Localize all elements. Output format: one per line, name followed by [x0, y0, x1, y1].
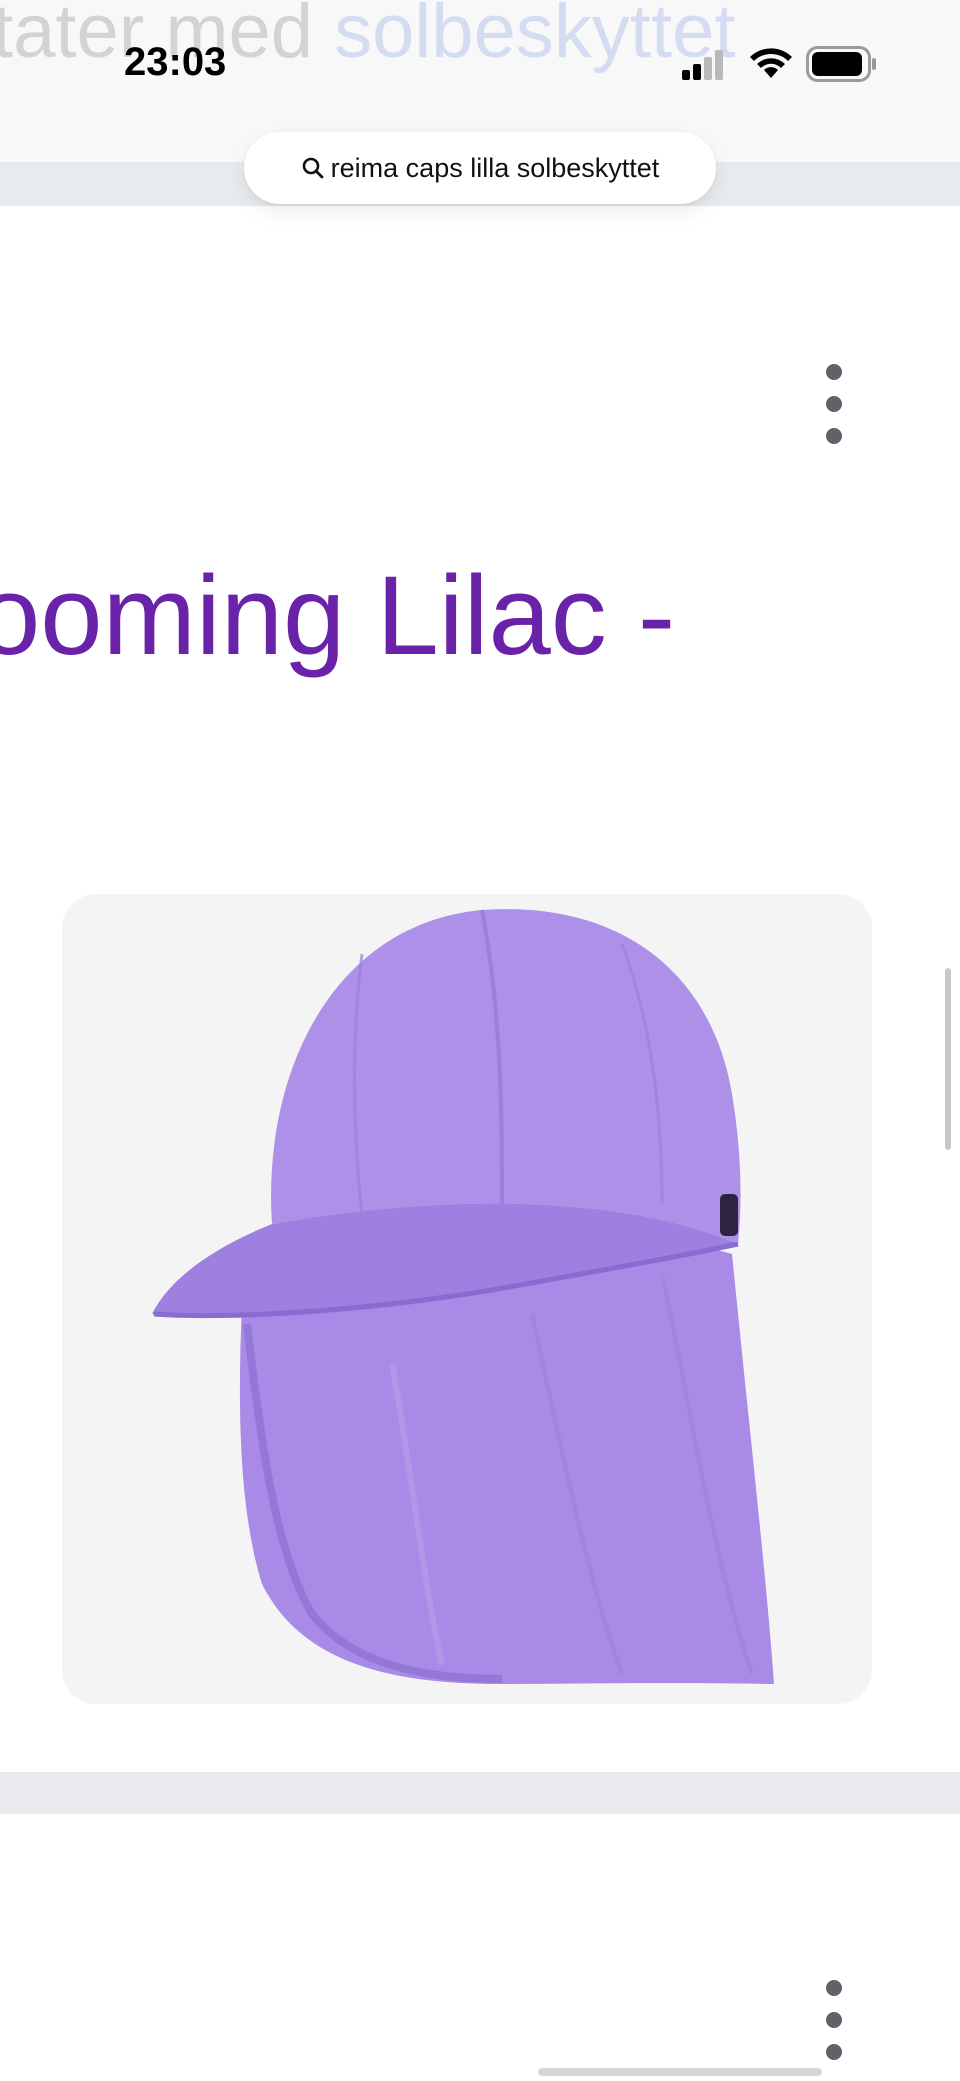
result-separator [0, 1772, 960, 1814]
search-query-text: reima caps lilla solbeskyttet [330, 152, 660, 183]
more-options-button-next-result[interactable] [814, 1980, 854, 2060]
dot-icon [826, 428, 842, 444]
cellular-signal-icon [682, 50, 723, 80]
dot-icon [826, 364, 842, 380]
search-icon [302, 157, 324, 179]
lilac-cap-image [152, 909, 774, 1684]
dot-icon [826, 2012, 842, 2028]
dot-icon [826, 396, 842, 412]
home-indicator[interactable] [538, 2068, 822, 2076]
more-options-button[interactable] [814, 364, 854, 444]
dot-icon [826, 1980, 842, 1996]
dot-icon [826, 2044, 842, 2060]
result-title-link[interactable]: ooming Lilac - [0, 560, 675, 672]
scrollbar-thumb[interactable] [945, 968, 951, 1150]
battery-icon [806, 46, 876, 82]
scrolled-heading-part2: solbeskyttet [334, 0, 736, 74]
status-time: 23:03 [124, 40, 227, 84]
search-bar[interactable]: reima caps lilla solbeskyttet [244, 132, 716, 204]
product-image-card[interactable] [62, 894, 872, 1704]
wifi-icon [750, 48, 792, 78]
scrolled-heading: tater med solbeskyttet [0, 0, 735, 70]
